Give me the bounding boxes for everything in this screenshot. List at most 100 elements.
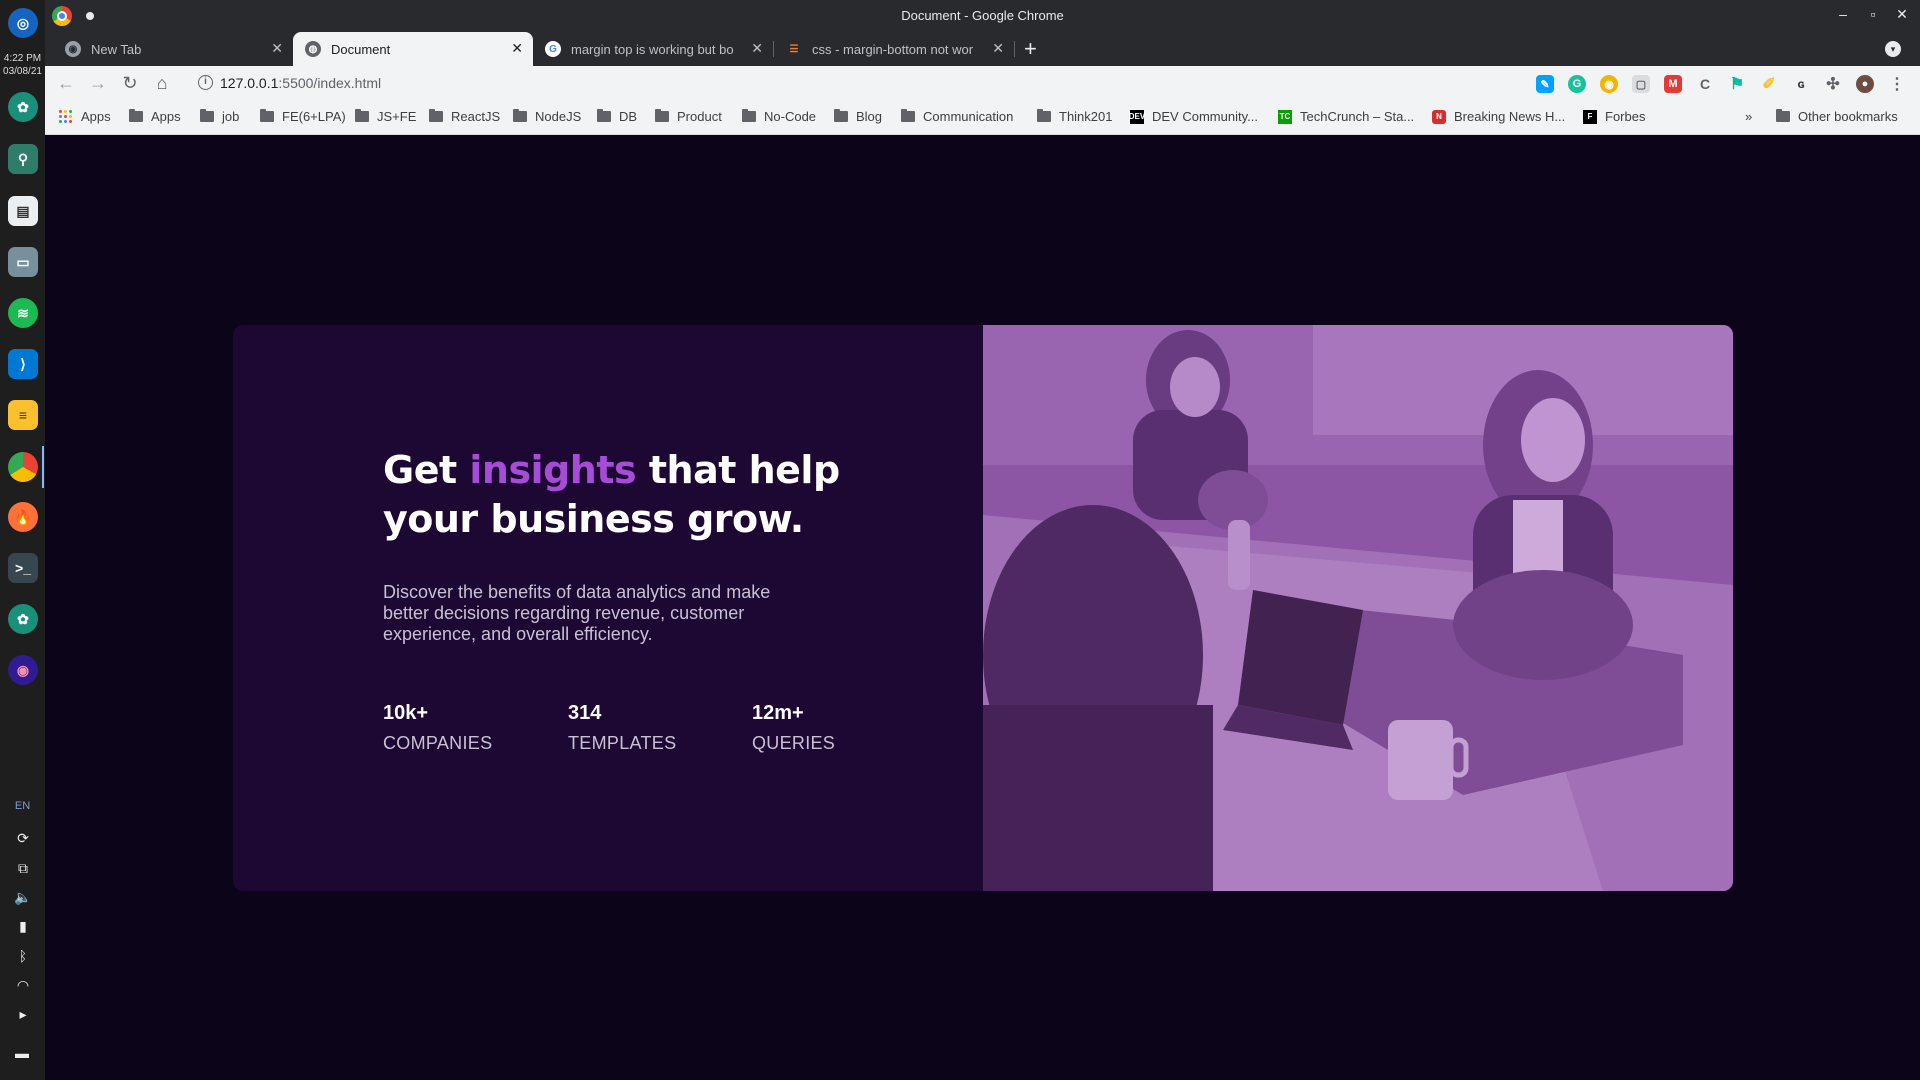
stat-label: QUERIES — [752, 733, 836, 753]
eye-app-icon[interactable]: ◉ — [8, 655, 38, 685]
window-title: Document - Google Chrome — [901, 8, 1064, 23]
bookmark-apps[interactable]: Apps — [59, 109, 111, 124]
bookmark-other-bookmarks[interactable]: Other bookmarks — [1776, 109, 1898, 124]
keyboard-language[interactable]: EN — [0, 800, 45, 812]
extensions-puzzle-icon[interactable]: ✣ — [1824, 75, 1842, 93]
os-dock: ◎ 4:22 PM 03/08/21 ✿ ⚲ ▤ ▭ ≋ ⟩ ≡ 🔥 >_ ✿ … — [0, 0, 45, 1080]
tab-separator — [1014, 41, 1015, 57]
browser-titlebar: Document - Google Chrome – ▫ ✕ — [45, 0, 1920, 32]
bookmark-folder-db[interactable]: DB — [597, 109, 637, 124]
aperture-app-2-icon[interactable]: ✿ — [8, 604, 38, 634]
bookmark-label: Breaking News H... — [1454, 109, 1566, 124]
bookmark-breaking-news[interactable]: N Breaking News H... — [1432, 109, 1565, 124]
stat-value: 10k+ — [383, 702, 429, 724]
bookmark-folder-reactjs[interactable]: ReactJS — [429, 109, 500, 124]
bookmark-folder-fe[interactable]: FE(6+LPA) — [260, 109, 346, 124]
folder-icon — [355, 109, 369, 122]
terminal-icon[interactable]: >_ — [8, 553, 38, 583]
bluetooth-icon[interactable]: ᛒ — [13, 947, 33, 965]
tab-search-icon[interactable]: ▾ — [1885, 41, 1901, 57]
notes-app-icon[interactable]: ≡ — [8, 400, 38, 430]
files-app-icon[interactable]: ▭ — [8, 247, 38, 277]
extension-highlighter-icon[interactable]: ✐ — [1760, 75, 1778, 93]
bookmarks-bar: Apps Apps job FE(6+LPA) JS+FE ReactJS No… — [45, 101, 1920, 135]
stat-value: 12m+ — [752, 702, 804, 724]
tab-document[interactable]: ◍ Document ✕ — [293, 32, 533, 66]
close-tab-icon[interactable]: ✕ — [992, 40, 1004, 57]
reload-icon[interactable]: ↻ — [119, 73, 141, 93]
tab-stackoverflow[interactable]: ☰ css - margin-bottom not wor ✕ — [774, 32, 1014, 66]
minimize-icon[interactable]: – — [1833, 6, 1853, 22]
site-info-icon[interactable]: i — [198, 75, 213, 90]
extension-blank-icon[interactable]: ▢ — [1632, 75, 1650, 93]
wifi-icon[interactable]: ◠ — [13, 976, 33, 994]
bookmarks-overflow-button[interactable]: » — [1745, 109, 1752, 124]
stat-companies: 10k+ COMPANIES — [383, 702, 492, 754]
spotify-icon[interactable]: ≋ — [8, 298, 38, 328]
close-window-icon[interactable]: ✕ — [1892, 6, 1912, 23]
extension-g-icon[interactable]: ɢ — [1792, 75, 1810, 93]
grammarly-icon[interactable]: G — [1568, 75, 1586, 93]
update-icon[interactable]: ⟳ — [13, 829, 33, 847]
extension-flag-icon[interactable]: ⚑ — [1728, 75, 1746, 93]
google-icon: G — [545, 41, 561, 57]
bookmark-folder-communication[interactable]: Communication — [901, 109, 1013, 124]
bookmark-label: Apps — [151, 109, 181, 124]
bookmark-techcrunch[interactable]: TC TechCrunch – Sta... — [1278, 109, 1414, 124]
bookmark-label: Apps — [81, 109, 111, 124]
show-desktop-icon[interactable]: ▬ — [10, 1044, 34, 1062]
menu-kebab-icon[interactable]: ⋮ — [1888, 75, 1906, 93]
tab-google-search[interactable]: G margin top is working but bo ✕ — [533, 32, 773, 66]
bookmark-folder-think201[interactable]: Think201 — [1037, 109, 1112, 124]
clipboard-icon[interactable]: ⧉ — [13, 859, 33, 877]
apps-grid-icon — [59, 109, 73, 124]
close-tab-icon[interactable]: ✕ — [511, 40, 523, 57]
profile-avatar[interactable]: ● — [1856, 75, 1874, 93]
vscode-icon[interactable]: ⟩ — [8, 349, 38, 379]
chrome-dock-icon[interactable] — [8, 446, 44, 488]
store-app-icon[interactable]: ▤ — [8, 196, 38, 226]
header-image — [983, 325, 1733, 891]
bookmark-label: JS+FE — [377, 109, 417, 124]
page-description: Discover the benefits of data analytics … — [383, 582, 771, 644]
bookmark-folder-job[interactable]: job — [200, 109, 239, 124]
stats-card: Get insights that help your business gro… — [233, 325, 1733, 891]
bookmark-folder-product[interactable]: Product — [655, 109, 722, 124]
aperture-app-icon[interactable]: ✿ — [8, 92, 38, 122]
extension-cookie-icon[interactable]: ◉ — [1600, 75, 1618, 93]
extension-mail-icon[interactable]: M — [1664, 75, 1682, 93]
firefox-icon[interactable]: 🔥 — [8, 502, 38, 532]
new-tab-button[interactable]: + — [1024, 36, 1037, 62]
folder-icon — [901, 109, 915, 122]
plug-app-icon[interactable]: ⚲ — [8, 144, 38, 174]
close-tab-icon[interactable]: ✕ — [271, 40, 283, 57]
expand-tray-icon[interactable]: ▸ — [13, 1005, 33, 1023]
bookmark-label: ReactJS — [451, 109, 501, 124]
forward-icon[interactable]: → — [87, 73, 109, 93]
headline-accent: insights — [469, 448, 637, 492]
folder-icon — [513, 109, 527, 122]
extension-c-icon[interactable]: C — [1696, 75, 1714, 93]
dev-icon: DEV — [1129, 109, 1145, 124]
bookmark-folder-blog[interactable]: Blog — [834, 109, 882, 124]
extension-pen-icon[interactable]: ✎ — [1536, 75, 1554, 93]
bookmark-folder-nocode[interactable]: No-Code — [742, 109, 816, 124]
bookmark-folder-nodejs[interactable]: NodeJS — [513, 109, 581, 124]
close-tab-icon[interactable]: ✕ — [751, 40, 763, 57]
back-icon[interactable]: ← — [55, 73, 77, 93]
card-text-panel: Get insights that help your business gro… — [233, 325, 983, 891]
bookmark-folder-jsfe[interactable]: JS+FE — [355, 109, 416, 124]
volume-icon[interactable]: 🔈 — [13, 888, 33, 906]
battery-icon[interactable]: ▮ — [13, 917, 33, 935]
maximize-icon[interactable]: ▫ — [1863, 6, 1883, 22]
address-bar[interactable]: i 127.0.0.1:5500/index.html ☆ — [188, 69, 1560, 98]
url-text[interactable]: 127.0.0.1:5500/index.html — [220, 75, 381, 91]
bookmark-forbes[interactable]: F Forbes — [1583, 109, 1645, 124]
bookmark-dev-community[interactable]: DEV DEV Community... — [1129, 109, 1258, 124]
tab-new-tab[interactable]: ◉ New Tab ✕ — [53, 32, 293, 66]
folder-icon — [1776, 109, 1790, 122]
stackoverflow-icon: ☰ — [789, 43, 799, 55]
bookmark-folder-apps[interactable]: Apps — [129, 109, 181, 124]
launcher-icon[interactable]: ◎ — [8, 8, 38, 38]
home-icon[interactable]: ⌂ — [151, 73, 173, 93]
